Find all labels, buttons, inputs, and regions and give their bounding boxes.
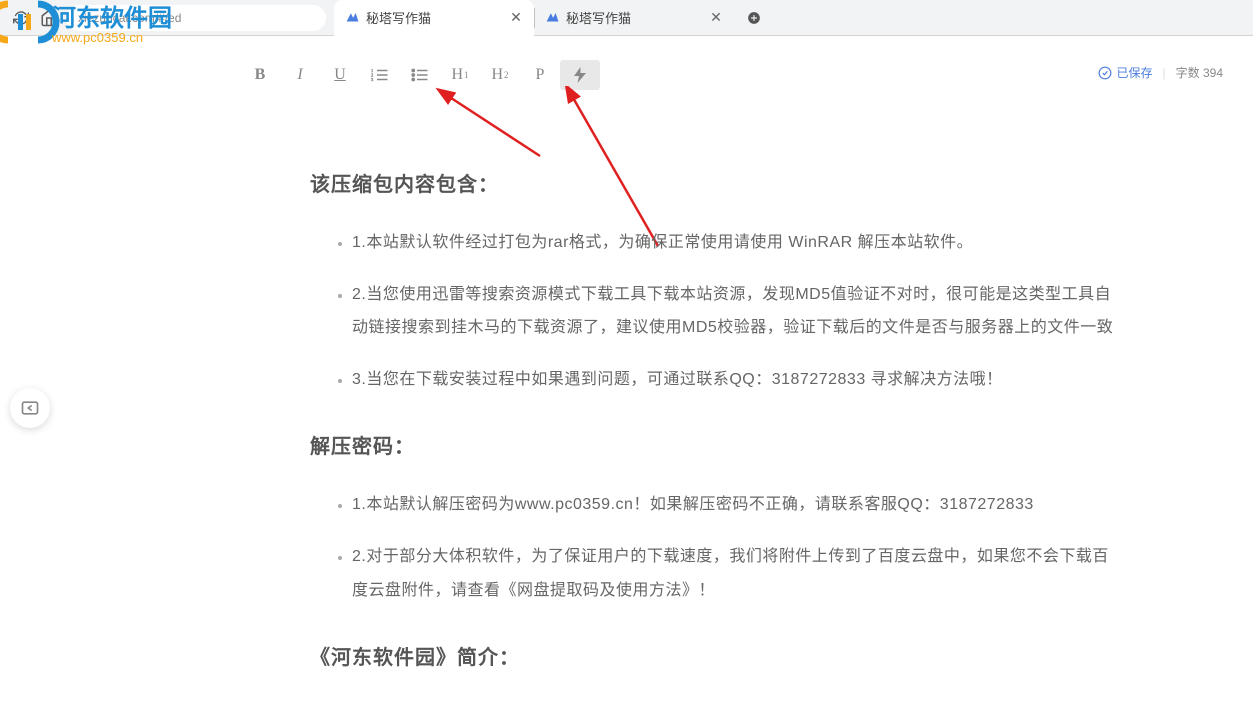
saved-label: 已保存: [1116, 64, 1152, 81]
reload-icon[interactable]: [12, 9, 30, 27]
check-circle-icon: [1098, 66, 1112, 80]
list-package: 1.本站默认软件经过打包为rar格式，为确保正常使用请使用 WinRAR 解压本…: [310, 226, 1120, 396]
tab-title: 秘塔写作猫: [566, 8, 702, 27]
close-icon[interactable]: ✕: [708, 10, 724, 26]
editor-toolbar: B I U 123 H1 H2 P: [240, 60, 600, 90]
collapse-sidebar-button[interactable]: [10, 388, 50, 428]
list-item: 1.本站默认软件经过打包为rar格式，为确保正常使用请使用 WinRAR 解压本…: [352, 226, 1120, 260]
bold-button[interactable]: B: [240, 60, 280, 90]
lightning-button[interactable]: [560, 60, 600, 90]
close-icon[interactable]: ✕: [508, 10, 524, 26]
status-bar: 已保存 | 字数 394: [1098, 64, 1223, 81]
tab-title: 秘塔写作猫: [366, 8, 502, 27]
divider: |: [1162, 66, 1165, 80]
editor-area: B I U 123 H1 H2 P 已保存 | 字数 394: [0, 36, 1253, 714]
italic-button[interactable]: I: [280, 60, 320, 90]
collapse-icon: [20, 399, 40, 417]
tab-1[interactable]: 秘塔写作猫 ✕: [334, 0, 534, 36]
ordered-list-button[interactable]: 123: [360, 60, 400, 90]
new-tab-button[interactable]: [740, 4, 768, 32]
heading-package: 该压缩包内容包含：: [310, 166, 1120, 204]
list-item: 1.本站默认解压密码为www.pc0359.cn！如果解压密码不正确，请联系客服…: [352, 488, 1120, 522]
heading-intro: 《河东软件园》简介：: [310, 639, 1120, 677]
home-icon[interactable]: [40, 9, 58, 27]
svg-text:3: 3: [371, 77, 374, 82]
paragraph-button[interactable]: P: [520, 60, 560, 90]
tab-strip: 秘塔写作猫 ✕ 秘塔写作猫 ✕: [334, 0, 768, 36]
heading-password: 解压密码：: [310, 428, 1120, 466]
unordered-list-button[interactable]: [400, 60, 440, 90]
tab-2[interactable]: 秘塔写作猫 ✕: [534, 0, 734, 36]
nav-buttons: [4, 9, 66, 27]
list-item: 2.当您使用迅雷等搜索资源模式下载工具下载本站资源，发现MD5值验证不对时，很可…: [352, 278, 1120, 345]
underline-button[interactable]: U: [320, 60, 360, 90]
list-password: 1.本站默认解压密码为www.pc0359.cn！如果解压密码不正确，请联系客服…: [310, 488, 1120, 607]
tab-favicon-icon: [544, 10, 560, 26]
url-text: xiezuocat.com/#/ed: [78, 11, 181, 25]
heading1-button[interactable]: H1: [440, 60, 480, 90]
heading2-button[interactable]: H2: [480, 60, 520, 90]
list-item: 2.对于部分大体积软件，为了保证用户的下载速度，我们将附件上传到了百度云盘中，如…: [352, 540, 1120, 607]
word-count: 字数 394: [1176, 64, 1223, 81]
list-item: 3.当您在下载安装过程中如果遇到问题，可通过联系QQ：3187272833 寻求…: [352, 363, 1120, 397]
browser-chrome-bar: xiezuocat.com/#/ed 秘塔写作猫 ✕ 秘塔写作猫 ✕: [0, 0, 1253, 36]
annotation-arrow-1: [430, 86, 560, 166]
tab-favicon-icon: [344, 10, 360, 26]
saved-status: 已保存: [1098, 64, 1152, 81]
url-bar[interactable]: xiezuocat.com/#/ed: [66, 5, 326, 31]
document-content[interactable]: 该压缩包内容包含： 1.本站默认软件经过打包为rar格式，为确保正常使用请使用 …: [310, 166, 1120, 699]
